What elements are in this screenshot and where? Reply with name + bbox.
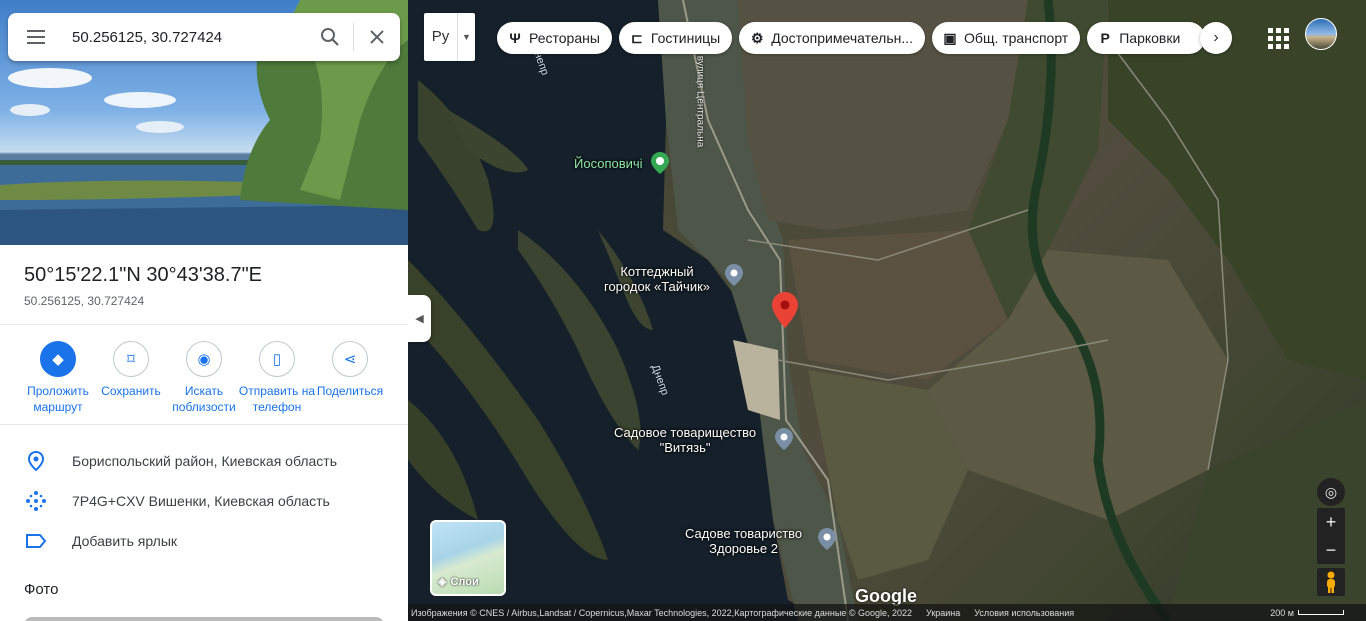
- restaurant-icon: Ψ: [509, 30, 521, 46]
- attribution-bar: Изображения © CNES / Airbus,Landsat / Co…: [408, 604, 1366, 621]
- directions-icon: ◆: [40, 341, 76, 377]
- country-link[interactable]: Украина: [926, 608, 960, 618]
- terms-link[interactable]: Условия использования: [974, 608, 1074, 618]
- search-icon: [321, 28, 339, 46]
- my-location-button[interactable]: ◎: [1317, 478, 1345, 506]
- chip-restaurants[interactable]: Ψ Рестораны: [497, 22, 612, 54]
- search-input[interactable]: [64, 28, 307, 46]
- send-to-phone-button[interactable]: ▯ Отправить на телефон: [237, 341, 317, 415]
- satellite-map[interactable]: Днепр Днепр вулиця Центральна Йосоповичі…: [408, 0, 1366, 621]
- chevron-down-icon: ▼: [462, 32, 471, 42]
- info-row-plus-code[interactable]: 7P4G+CXV Вишенки, Киевская область: [0, 481, 408, 521]
- chevron-left-icon: ◀: [415, 313, 424, 325]
- attribution-text: Изображения © CNES / Airbus,Landsat / Co…: [411, 607, 912, 618]
- location-target-icon: ◎: [1324, 483, 1338, 500]
- nearby-icon: ◉: [186, 341, 222, 377]
- category-chips: Ψ Рестораны ⊏ Гостиницы ⚙ Достопримечате…: [497, 22, 1206, 54]
- hotel-icon: ⊏: [631, 29, 643, 46]
- collapse-panel-button[interactable]: ◀: [408, 295, 431, 342]
- info-row-add-label[interactable]: Добавить ярлык: [0, 521, 408, 561]
- chip-label: Рестораны: [529, 30, 600, 46]
- place-pin-icon[interactable]: [775, 428, 793, 450]
- phone-icon: ▯: [259, 341, 295, 377]
- layers-icon: ◈: [438, 576, 447, 588]
- share-button[interactable]: ⋖ Поделиться: [310, 341, 390, 399]
- action-label: Отправить на телефон: [238, 384, 316, 414]
- chip-transit[interactable]: ▣ Общ. транспорт: [932, 22, 1081, 54]
- coordinates-decimal: 50.256125, 30.727424: [24, 294, 145, 308]
- info-row-region[interactable]: Бориспольский район, Киевская область: [0, 441, 408, 481]
- place-label-garden1[interactable]: Садовое товарищество "Витязь": [614, 425, 756, 455]
- menu-button[interactable]: [8, 13, 64, 61]
- place-label-yosypovychi[interactable]: Йосоповичі: [574, 156, 643, 171]
- street-view-pegman[interactable]: [1317, 568, 1345, 596]
- attraction-icon: ⚙: [750, 29, 764, 46]
- photos-heading: Фото: [24, 581, 59, 598]
- apps-grid-icon[interactable]: [1264, 24, 1292, 52]
- terrain-layer: [408, 0, 1366, 621]
- label-icon: [0, 533, 72, 549]
- language-value: Ру: [424, 13, 458, 61]
- maps-app: Днепр Днепр вулиця Центральна Йосоповичі…: [0, 0, 1366, 621]
- transit-icon: ▣: [943, 29, 957, 46]
- hamburger-icon: [27, 30, 45, 44]
- chip-label: Достопримечательн...: [771, 30, 914, 46]
- chip-parking[interactable]: P Парковки: [1087, 22, 1206, 54]
- zoom-in-button[interactable]: +: [1317, 508, 1345, 536]
- action-buttons: ◆ Проложить маршрут ⌑ Сохранить ◉ Искать…: [0, 325, 408, 425]
- action-label: Поделиться: [316, 384, 384, 398]
- bookmark-icon: ⌑: [113, 341, 149, 377]
- minus-icon: −: [1325, 539, 1337, 560]
- action-label: Проложить маршрут: [27, 384, 89, 414]
- scale-line: [1298, 610, 1344, 615]
- zoom-out-button[interactable]: −: [1317, 536, 1345, 564]
- place-label-garden2[interactable]: Садове товариство Здоровье 2: [685, 526, 802, 556]
- coordinates-header: 50°15'22.1"N 30°43'38.7"E 50.256125, 30.…: [0, 245, 408, 325]
- add-label-text: Добавить ярлык: [72, 533, 178, 549]
- place-panel: 50°15'22.1"N 30°43'38.7"E 50.256125, 30.…: [0, 0, 408, 621]
- close-icon: [370, 30, 384, 44]
- chip-label: Гостиницы: [650, 30, 721, 46]
- scale-bar[interactable]: 200 м: [1270, 608, 1344, 618]
- parking-icon: P: [1100, 30, 1110, 46]
- save-button[interactable]: ⌑ Сохранить: [91, 341, 171, 399]
- search-button[interactable]: [307, 13, 353, 61]
- language-select[interactable]: Ру ▼: [424, 13, 475, 61]
- pegman-icon: [1327, 571, 1335, 593]
- photos-preview[interactable]: [24, 617, 384, 621]
- location-pin-icon: [0, 451, 72, 471]
- park-pin-icon[interactable]: [651, 152, 669, 174]
- plus-code-icon: [0, 490, 72, 512]
- dropped-pin-icon[interactable]: [772, 292, 798, 328]
- action-label: Сохранить: [101, 384, 161, 398]
- place-pin-icon[interactable]: [725, 264, 743, 286]
- chip-hotels[interactable]: ⊏ Гостиницы: [618, 22, 733, 54]
- share-icon: ⋖: [332, 341, 368, 377]
- layers-label: Слои: [450, 575, 479, 588]
- coordinates-dms: 50°15'22.1"N 30°43'38.7"E: [24, 264, 263, 286]
- clear-search-button[interactable]: [354, 13, 400, 61]
- directions-button[interactable]: ◆ Проложить маршрут: [18, 341, 98, 415]
- chips-next-button[interactable]: ›: [1200, 22, 1232, 54]
- layers-button[interactable]: ◈ Слои: [430, 520, 506, 596]
- place-label-cottage[interactable]: Коттеджный городок «Тайчик»: [604, 264, 710, 294]
- chip-label: Парковки: [1119, 30, 1181, 46]
- place-hero-photo[interactable]: [0, 0, 408, 245]
- search-box: [8, 13, 400, 61]
- plus-code-text: 7P4G+CXV Вишенки, Киевская область: [72, 493, 330, 509]
- nearby-button[interactable]: ◉ Искать поблизости: [164, 341, 244, 415]
- region-text: Бориспольский район, Киевская область: [72, 453, 338, 469]
- chevron-right-icon: ›: [1213, 29, 1219, 46]
- plus-icon: +: [1325, 511, 1337, 532]
- action-label: Искать поблизости: [172, 384, 236, 414]
- chip-label: Общ. транспорт: [964, 30, 1069, 46]
- street-label: вулиця Центральна: [694, 55, 706, 148]
- chip-attractions[interactable]: ⚙ Достопримечательн...: [739, 22, 926, 54]
- scale-label: 200 м: [1270, 607, 1294, 618]
- avatar[interactable]: [1305, 18, 1337, 50]
- place-pin-icon[interactable]: [818, 528, 836, 550]
